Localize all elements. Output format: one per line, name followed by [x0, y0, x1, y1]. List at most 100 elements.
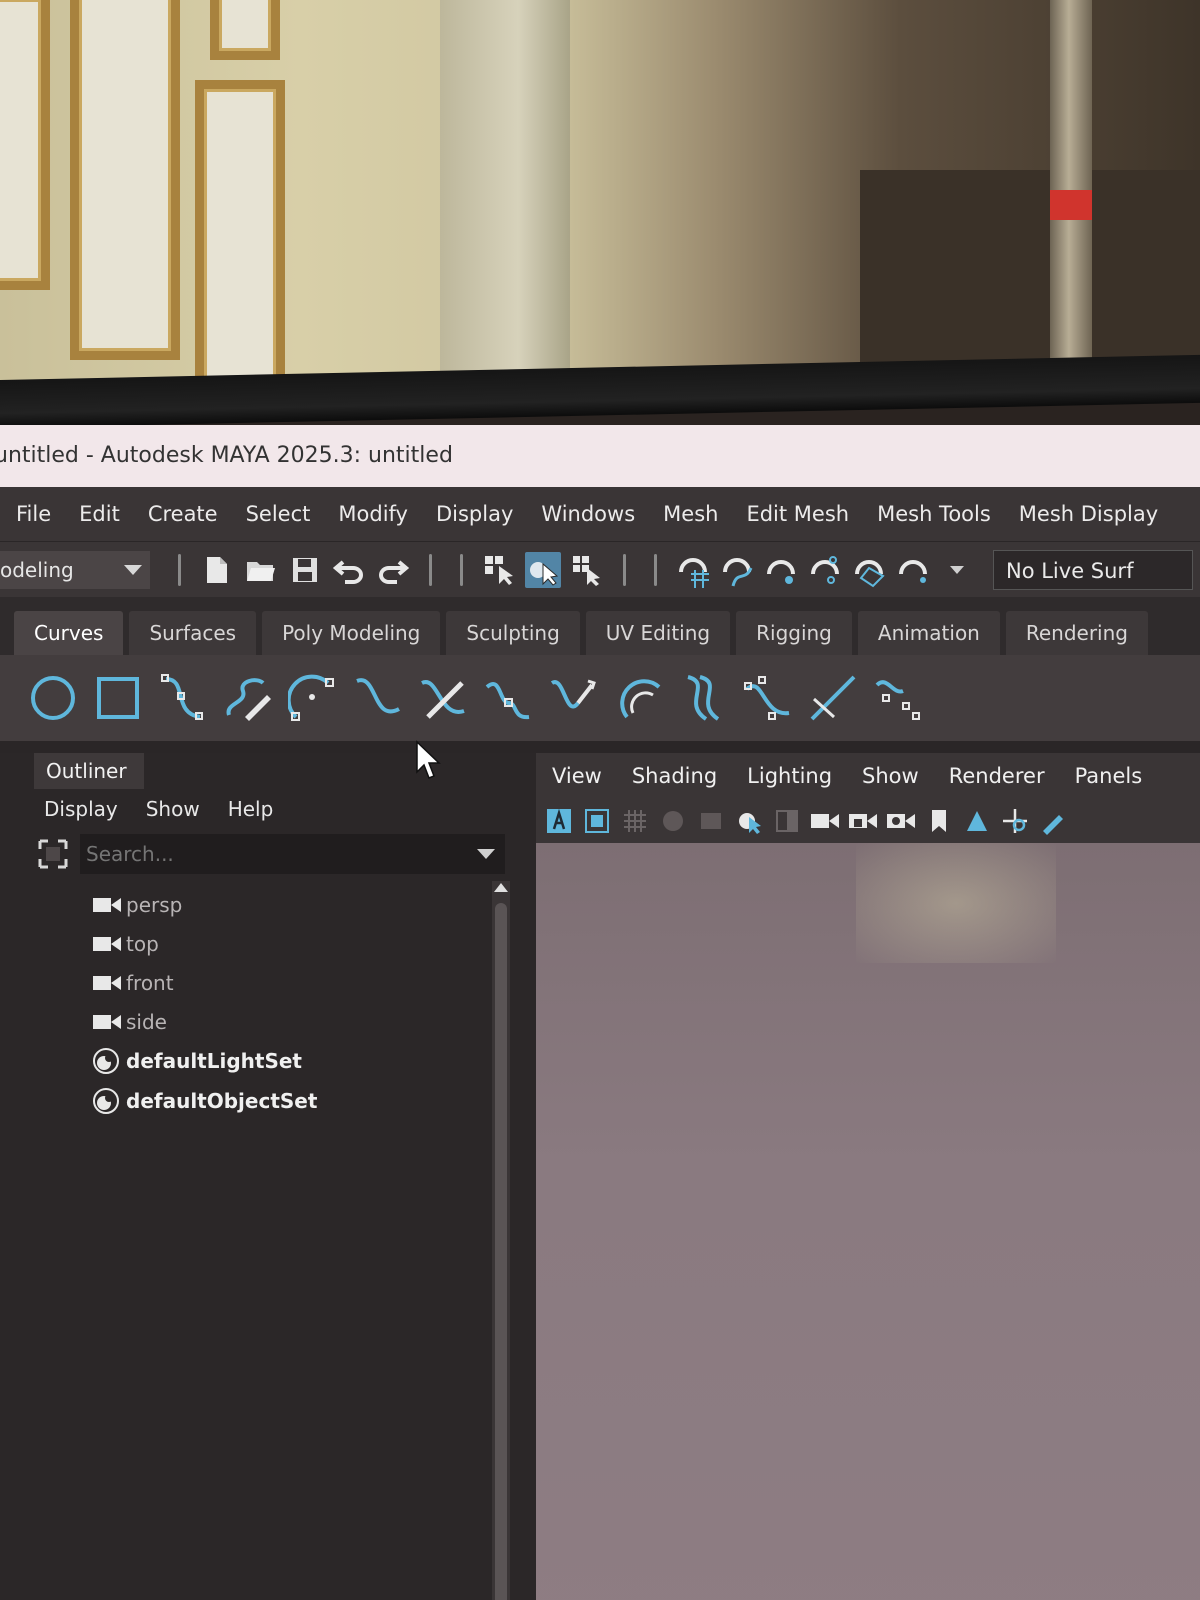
window-title: untitled - Autodesk MAYA 2025.3: untitle… — [0, 443, 453, 468]
curve-fillet-icon[interactable] — [613, 673, 663, 723]
menu-file[interactable]: File — [16, 502, 51, 526]
outliner-menu-show[interactable]: Show — [146, 797, 200, 821]
snap-surface-icon[interactable] — [851, 552, 887, 588]
panel-gap — [0, 741, 1200, 753]
rebuild-curve-icon[interactable] — [743, 673, 793, 723]
three-point-arc-icon[interactable] — [288, 673, 338, 723]
nurbs-square-icon[interactable] — [93, 673, 143, 723]
reverse-curve-icon[interactable] — [808, 673, 858, 723]
viewport-menu-view[interactable]: View — [552, 764, 602, 788]
outliner-item-default-object-set[interactable]: defaultObjectSet — [92, 1081, 520, 1121]
separator — [654, 553, 657, 586]
bookmark-icon[interactable] — [924, 806, 954, 836]
menu-windows[interactable]: Windows — [541, 502, 635, 526]
tab-curves[interactable]: Curves — [14, 611, 124, 655]
pencil-curve-icon[interactable] — [223, 673, 273, 723]
outliner-item-side[interactable]: side — [92, 1002, 520, 1041]
set-icon — [92, 1088, 122, 1114]
paint-icon[interactable] — [1038, 806, 1068, 836]
select-object-icon[interactable] — [525, 551, 561, 588]
snap-grid-icon[interactable] — [675, 552, 711, 588]
viewport-menu-shading[interactable]: Shading — [632, 764, 717, 788]
select-component-icon[interactable] — [569, 552, 605, 588]
outliner-tab[interactable]: Outliner — [34, 753, 144, 789]
wall-frame — [210, 0, 280, 60]
viewport-panel: View Shading Lighting Show Renderer Pane… — [520, 753, 1200, 1600]
xray-icon[interactable] — [772, 806, 802, 836]
project-curve-icon[interactable] — [873, 673, 923, 723]
filter-icon[interactable] — [36, 837, 70, 871]
outliner-scrollbar[interactable] — [492, 881, 510, 1600]
open-scene-icon[interactable] — [243, 552, 279, 588]
outliner-item-front[interactable]: front — [92, 963, 520, 1002]
bezier-curve-icon[interactable] — [353, 673, 403, 723]
frame-all-icon[interactable] — [582, 806, 612, 836]
menu-mesh-display[interactable]: Mesh Display — [1019, 502, 1158, 526]
menu-create[interactable]: Create — [148, 502, 218, 526]
separator — [623, 553, 626, 586]
tab-sculpting[interactable]: Sculpting — [446, 611, 580, 655]
menu-select[interactable]: Select — [246, 502, 311, 526]
grease-pencil-icon[interactable] — [962, 806, 992, 836]
outliner-item-persp[interactable]: persp — [92, 885, 520, 924]
snap-live-icon[interactable] — [895, 552, 931, 588]
chevron-down-icon[interactable] — [477, 849, 495, 859]
tab-uv-editing[interactable]: UV Editing — [585, 611, 731, 655]
grid-icon[interactable] — [620, 806, 650, 836]
viewport-menu-panels[interactable]: Panels — [1075, 764, 1143, 788]
nurbs-circle-icon[interactable] — [28, 673, 78, 723]
menu-modify[interactable]: Modify — [338, 502, 408, 526]
viewport-toolbar — [536, 799, 1200, 843]
outliner-menu-help[interactable]: Help — [228, 797, 274, 821]
save-scene-icon[interactable] — [287, 552, 323, 588]
shelf-curves — [0, 655, 1200, 741]
snap-view-icon[interactable] — [807, 552, 843, 588]
snap-point-icon[interactable] — [763, 552, 799, 588]
separator — [429, 553, 432, 586]
viewport-menu-renderer[interactable]: Renderer — [949, 764, 1045, 788]
undo-icon[interactable] — [331, 552, 367, 588]
viewport-menu-show[interactable]: Show — [862, 764, 919, 788]
viewport-canvas[interactable] — [536, 843, 1200, 1600]
shaded-icon[interactable] — [658, 806, 688, 836]
outliner-search-input[interactable] — [80, 834, 505, 874]
redo-icon[interactable] — [375, 552, 411, 588]
outliner-item-default-light-set[interactable]: defaultLightSet — [92, 1041, 520, 1081]
viewport-menu-lighting[interactable]: Lighting — [747, 764, 832, 788]
tab-surfaces[interactable]: Surfaces — [129, 611, 257, 655]
move-tool-icon[interactable] — [1000, 806, 1030, 836]
curve-cut-icon[interactable] — [418, 673, 468, 723]
scroll-up-icon[interactable] — [494, 883, 508, 892]
outliner-item-top[interactable]: top — [92, 924, 520, 963]
menu-display[interactable]: Display — [436, 502, 513, 526]
live-surface-field[interactable]: No Live Surf — [993, 549, 1193, 590]
tab-rigging[interactable]: Rigging — [736, 611, 852, 655]
menu-mesh[interactable]: Mesh — [663, 502, 718, 526]
status-line: odeling No Live Surf — [0, 541, 1200, 597]
scroll-thumb[interactable] — [495, 903, 507, 1600]
camera-attributes-icon[interactable] — [810, 806, 840, 836]
menu-edit-mesh[interactable]: Edit Mesh — [746, 502, 849, 526]
tab-rendering[interactable]: Rendering — [1005, 611, 1148, 655]
film-gate-icon[interactable] — [886, 806, 916, 836]
outliner-menubar: Display Show Help — [0, 789, 520, 829]
tab-animation[interactable]: Animation — [857, 611, 1000, 655]
menu-set-dropdown[interactable]: odeling — [0, 550, 150, 589]
menu-mesh-tools[interactable]: Mesh Tools — [877, 502, 991, 526]
menu-edit[interactable]: Edit — [79, 502, 120, 526]
select-hierarchy-icon[interactable] — [481, 552, 517, 588]
new-scene-icon[interactable] — [199, 552, 235, 588]
curve-offset-icon[interactable] — [678, 673, 728, 723]
snap-curve-icon[interactable] — [719, 552, 755, 588]
select-camera-icon[interactable] — [544, 806, 574, 836]
textured-icon[interactable] — [696, 806, 726, 836]
chevron-down-icon[interactable] — [939, 552, 975, 588]
curve-attach-icon[interactable] — [483, 673, 533, 723]
tab-poly-modeling[interactable]: Poly Modeling — [262, 611, 441, 655]
isolate-icon[interactable] — [734, 806, 764, 836]
cv-curve-icon[interactable] — [158, 673, 208, 723]
curve-extend-icon[interactable] — [548, 673, 598, 723]
outliner-menu-display[interactable]: Display — [44, 797, 118, 821]
camera-lock-icon[interactable] — [848, 806, 878, 836]
chevron-down-icon — [124, 564, 142, 575]
